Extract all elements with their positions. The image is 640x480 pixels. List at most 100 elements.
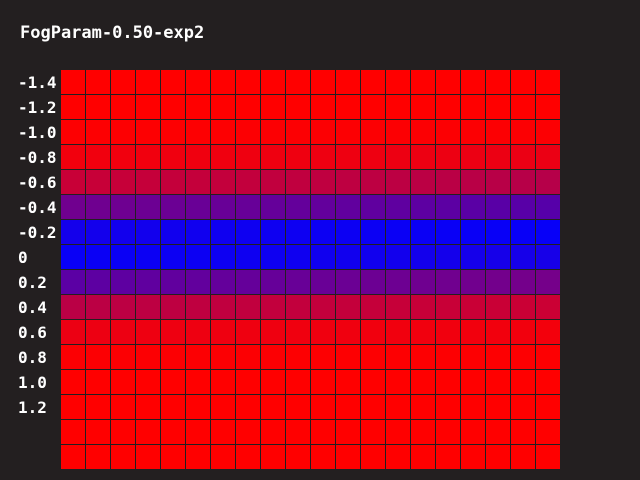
grid-cell xyxy=(536,120,561,145)
grid-cell xyxy=(261,245,286,270)
grid-cell xyxy=(186,95,211,120)
grid-cell xyxy=(411,120,436,145)
grid-cell xyxy=(511,195,536,220)
grid-cell xyxy=(186,170,211,195)
grid-cell xyxy=(186,295,211,320)
grid-cell xyxy=(436,270,461,295)
row-label: 0.6 xyxy=(18,323,47,342)
grid-cell xyxy=(311,420,336,445)
grid-cell xyxy=(386,70,411,95)
grid-cell xyxy=(136,420,161,445)
grid-cell xyxy=(386,95,411,120)
grid-cell xyxy=(111,370,136,395)
grid-cell xyxy=(361,120,386,145)
grid-cell xyxy=(336,145,361,170)
grid-cell xyxy=(136,345,161,370)
grid-cell xyxy=(211,220,236,245)
grid-cell xyxy=(211,170,236,195)
row-label: 0 xyxy=(18,248,28,267)
grid-cell xyxy=(511,320,536,345)
grid-cell xyxy=(86,120,111,145)
grid-cell xyxy=(361,70,386,95)
grid-cell xyxy=(386,370,411,395)
grid-cell xyxy=(411,445,436,470)
grid-cell xyxy=(111,95,136,120)
grid-cell xyxy=(86,220,111,245)
grid-cell xyxy=(136,270,161,295)
grid-cell xyxy=(161,70,186,95)
grid-cell xyxy=(61,420,86,445)
grid-cell xyxy=(211,345,236,370)
row-label: 0.2 xyxy=(18,273,47,292)
grid-cell xyxy=(336,270,361,295)
grid-cell xyxy=(161,120,186,145)
grid-cell xyxy=(61,145,86,170)
grid-cell xyxy=(386,295,411,320)
grid-cell xyxy=(161,320,186,345)
grid-cell xyxy=(86,195,111,220)
grid-cell xyxy=(511,95,536,120)
grid-cell xyxy=(211,120,236,145)
grid-cell xyxy=(461,370,486,395)
grid-cell xyxy=(186,245,211,270)
grid-cell xyxy=(111,320,136,345)
grid-cell xyxy=(311,120,336,145)
grid-cell xyxy=(361,370,386,395)
grid-cell xyxy=(386,395,411,420)
grid-cell xyxy=(386,120,411,145)
grid-cell xyxy=(536,270,561,295)
grid-cell xyxy=(386,195,411,220)
grid-cell xyxy=(411,145,436,170)
grid-cell xyxy=(211,295,236,320)
grid-cell xyxy=(186,270,211,295)
grid-cell xyxy=(436,320,461,345)
grid-cell xyxy=(111,170,136,195)
grid-cell xyxy=(461,195,486,220)
grid-cell xyxy=(536,170,561,195)
grid-cell xyxy=(386,145,411,170)
grid-cell xyxy=(86,395,111,420)
row-label: -1.0 xyxy=(18,123,57,142)
fog-grid xyxy=(61,70,561,470)
grid-cell xyxy=(211,370,236,395)
grid-cell xyxy=(361,95,386,120)
grid-cell xyxy=(111,145,136,170)
grid-cell xyxy=(61,320,86,345)
grid-cell xyxy=(361,345,386,370)
grid-cell xyxy=(261,420,286,445)
grid-cell xyxy=(511,245,536,270)
grid-cell xyxy=(236,370,261,395)
grid-cell xyxy=(461,270,486,295)
grid-cell xyxy=(61,70,86,95)
grid-cell xyxy=(461,170,486,195)
grid-cell xyxy=(311,445,336,470)
grid-cell xyxy=(361,220,386,245)
grid-cell xyxy=(461,445,486,470)
grid-cell xyxy=(386,445,411,470)
grid-cell xyxy=(261,145,286,170)
grid-cell xyxy=(136,370,161,395)
grid-cell xyxy=(361,145,386,170)
grid-cell xyxy=(336,345,361,370)
grid-cell xyxy=(161,95,186,120)
grid-cell xyxy=(136,70,161,95)
grid-cell xyxy=(461,70,486,95)
grid-cell xyxy=(61,170,86,195)
grid-cell xyxy=(536,320,561,345)
grid-cell xyxy=(436,295,461,320)
grid-cell xyxy=(286,395,311,420)
grid-cell xyxy=(311,195,336,220)
grid-cell xyxy=(336,445,361,470)
grid-cell xyxy=(111,70,136,95)
grid-cell xyxy=(236,220,261,245)
grid-cell xyxy=(211,145,236,170)
grid-cell xyxy=(86,145,111,170)
grid-cell xyxy=(336,370,361,395)
grid-cell xyxy=(436,95,461,120)
grid-cell xyxy=(486,170,511,195)
grid-cell xyxy=(86,345,111,370)
grid-cell xyxy=(511,70,536,95)
grid-cell xyxy=(211,420,236,445)
grid-cell xyxy=(536,195,561,220)
grid-cell xyxy=(486,420,511,445)
